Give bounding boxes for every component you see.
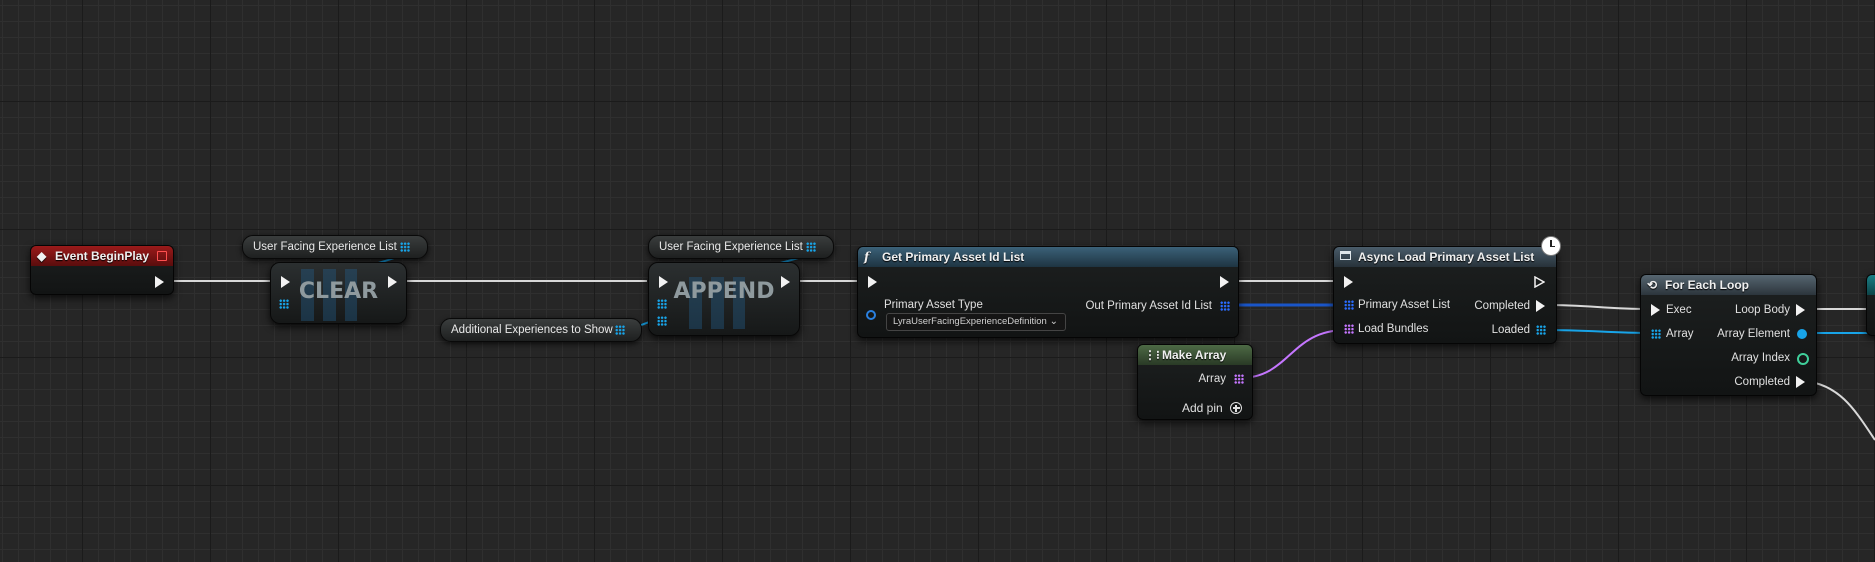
- append-node-title: APPEND: [673, 279, 775, 304]
- loaded-array-pin[interactable]: [1536, 325, 1546, 335]
- clear-array-node[interactable]: CLEAR: [270, 262, 407, 324]
- make-array-node[interactable]: ⋮⁝ Make Array Array Add pin: [1137, 344, 1253, 420]
- function-f-icon: f: [864, 250, 870, 264]
- for-each-loop-node[interactable]: ⟲ For Each Loop Exec Array Loop Body Arr…: [1640, 274, 1817, 396]
- make-array-header: ⋮⁝ Make Array: [1138, 345, 1252, 365]
- offscreen-node[interactable]: [1866, 274, 1875, 336]
- async-completed-exec-pin[interactable]: [1536, 300, 1545, 312]
- loop-completed-label: Completed: [1734, 376, 1790, 388]
- array-element-pin[interactable]: [1797, 329, 1807, 339]
- get-exec-in-pin[interactable]: [868, 276, 877, 288]
- array-index-label: Array Index: [1731, 352, 1790, 364]
- variable-label: User Facing Experience List: [253, 241, 397, 253]
- add-pin-label: Add pin: [1181, 401, 1223, 415]
- primary-asset-type-dropdown[interactable]: LyraUserFacingExperienceDefinition ⌄: [886, 313, 1066, 331]
- additional-experiences-getter[interactable]: Additional Experiences to Show: [440, 318, 642, 342]
- stop-icon: [157, 251, 167, 261]
- primary-asset-type-pin[interactable]: [866, 310, 876, 320]
- make-array-array-label: Array: [1198, 373, 1226, 385]
- array-out-pin[interactable]: [400, 242, 410, 252]
- user-facing-experience-list-getter-2[interactable]: User Facing Experience List: [648, 235, 834, 259]
- out-primary-asset-id-list-label: Out Primary Asset Id List: [1085, 300, 1212, 312]
- async-exec-in-pin[interactable]: [1344, 276, 1353, 288]
- array-element-label: Array Element: [1717, 328, 1790, 340]
- async-load-primary-asset-list-node[interactable]: Async Load Primary Asset List Primary As…: [1333, 246, 1557, 344]
- loop-array-in-pin[interactable]: [1651, 329, 1661, 339]
- data-wire-async-loop-array: [1543, 329, 1656, 334]
- clear-node-title: CLEAR: [298, 279, 379, 304]
- loaded-label: Loaded: [1491, 324, 1530, 336]
- variable-label: Additional Experiences to Show: [451, 324, 613, 336]
- for-each-loop-header: ⟲ For Each Loop: [1641, 275, 1816, 295]
- primary-asset-type-label: Primary Asset Type: [884, 299, 983, 311]
- get-primary-asset-header: f Get Primary Asset Id List: [858, 247, 1238, 267]
- clear-target-array-pin[interactable]: [279, 299, 289, 309]
- blueprint-graph-canvas[interactable]: ◆ Event BeginPlay User Facing Experience…: [0, 0, 1875, 562]
- beginplay-exec-out-pin[interactable]: [155, 276, 164, 288]
- get-primary-asset-id-list-node[interactable]: f Get Primary Asset Id List Primary Asse…: [857, 246, 1239, 338]
- event-beginplay-title: Event BeginPlay: [55, 249, 150, 263]
- data-wire-makearray-async: [1239, 329, 1347, 379]
- primary-asset-list-label: Primary Asset List: [1358, 299, 1451, 311]
- load-bundles-label: Load Bundles: [1358, 323, 1429, 335]
- loop-exec-label: Exec: [1666, 304, 1692, 316]
- loop-body-exec-pin[interactable]: [1796, 304, 1805, 316]
- exec-wire-async-loop: [1544, 304, 1651, 310]
- event-diamond-icon: ◆: [37, 249, 47, 263]
- user-facing-experience-list-getter-1[interactable]: User Facing Experience List: [242, 235, 428, 259]
- loop-arrows-icon: ⟲: [1647, 278, 1658, 292]
- append-target-array-pin[interactable]: [657, 299, 667, 309]
- make-array-out-pin[interactable]: [1234, 374, 1244, 384]
- out-primary-asset-id-list-pin[interactable]: [1220, 301, 1230, 311]
- primary-asset-type-value: LyraUserFacingExperienceDefinition: [893, 316, 1047, 327]
- clock-icon: [1541, 236, 1561, 256]
- async-load-title: Async Load Primary Asset List: [1358, 250, 1535, 264]
- offscreen-node-header: [1867, 275, 1875, 295]
- get-exec-out-pin[interactable]: [1220, 276, 1229, 288]
- variable-label: User Facing Experience List: [659, 241, 803, 253]
- event-beginplay-node[interactable]: ◆ Event BeginPlay: [30, 245, 174, 295]
- loop-array-label: Array: [1666, 328, 1694, 340]
- loop-completed-exec-pin[interactable]: [1796, 376, 1805, 388]
- for-each-loop-title: For Each Loop: [1665, 278, 1749, 292]
- add-circle-icon: [1230, 402, 1242, 414]
- clear-exec-in-pin[interactable]: [281, 276, 290, 288]
- completed-label: Completed: [1474, 300, 1530, 312]
- make-array-icon: ⋮⁝: [1144, 348, 1160, 362]
- make-array-title: Make Array: [1162, 348, 1227, 362]
- array-out-pin[interactable]: [615, 325, 625, 335]
- array-out-pin[interactable]: [806, 242, 816, 252]
- append-source-array-pin[interactable]: [657, 316, 667, 326]
- make-array-add-pin[interactable]: Add pin: [1182, 401, 1242, 415]
- append-array-node[interactable]: APPEND: [648, 262, 800, 336]
- clear-exec-out-pin[interactable]: [388, 276, 397, 288]
- primary-asset-list-pin[interactable]: [1344, 300, 1354, 310]
- event-beginplay-header: ◆ Event BeginPlay: [31, 246, 173, 266]
- get-primary-asset-title: Get Primary Asset Id List: [882, 250, 1025, 264]
- append-exec-in-pin[interactable]: [659, 276, 668, 288]
- chevron-down-icon: ⌄: [1049, 316, 1058, 327]
- array-index-pin[interactable]: [1797, 353, 1809, 365]
- async-then-exec-out-pin[interactable]: [1534, 276, 1545, 288]
- loop-body-label: Loop Body: [1735, 304, 1790, 316]
- async-window-icon: [1340, 251, 1351, 260]
- load-bundles-pin[interactable]: [1344, 324, 1354, 334]
- loop-exec-in-pin[interactable]: [1651, 304, 1660, 316]
- async-load-header: Async Load Primary Asset List: [1334, 247, 1556, 267]
- append-exec-out-pin[interactable]: [781, 276, 790, 288]
